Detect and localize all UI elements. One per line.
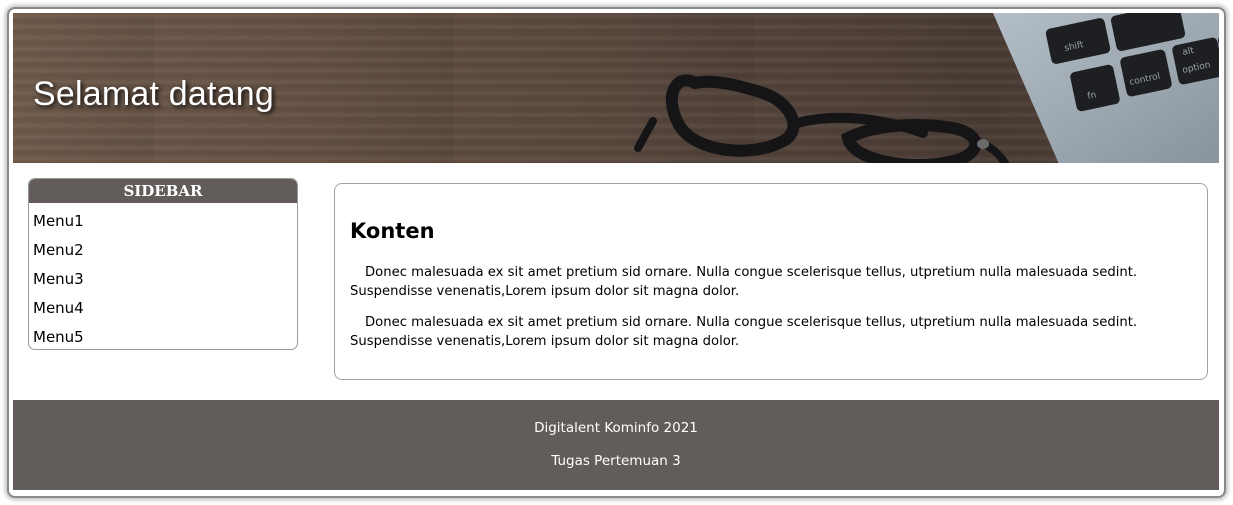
sidebar: SIDEBAR Menu1 Menu2 Menu3 Menu4 Menu5 — [28, 178, 298, 350]
sidebar-title: SIDEBAR — [29, 179, 297, 203]
sidebar-item-menu2[interactable]: Menu2 — [29, 236, 297, 265]
content-paragraph: Donec malesuada ex sit amet pretium sid … — [350, 315, 1138, 349]
header-banner: shift control option fn alt Selamat data… — [13, 13, 1219, 163]
laptop-image: shift control option fn alt — [993, 13, 1219, 163]
eyeglasses-image — [634, 74, 1009, 163]
footer: Digitalent Kominfo 2021 Tugas Pertemuan … — [13, 400, 1219, 490]
sidebar-menu: Menu1 Menu2 Menu3 Menu4 Menu5 — [29, 203, 297, 349]
footer-assignment: Tugas Pertemuan 3 — [551, 453, 681, 469]
footer-credit: Digitalent Kominfo 2021 — [534, 420, 698, 436]
sidebar-item-menu3[interactable]: Menu3 — [29, 265, 297, 294]
page-frame: shift control option fn alt Selamat data… — [7, 7, 1226, 498]
page-title: Selamat datang — [33, 75, 274, 113]
content-heading: Konten — [350, 219, 435, 243]
sidebar-item-menu1[interactable]: Menu1 — [29, 207, 297, 236]
content-paragraph: Donec malesuada ex sit amet pretium sid … — [350, 265, 1138, 299]
sidebar-item-menu5[interactable]: Menu5 — [29, 323, 297, 349]
sidebar-item-menu4[interactable]: Menu4 — [29, 294, 297, 323]
content-panel: Konten Donec malesuada ex sit amet preti… — [334, 183, 1208, 380]
